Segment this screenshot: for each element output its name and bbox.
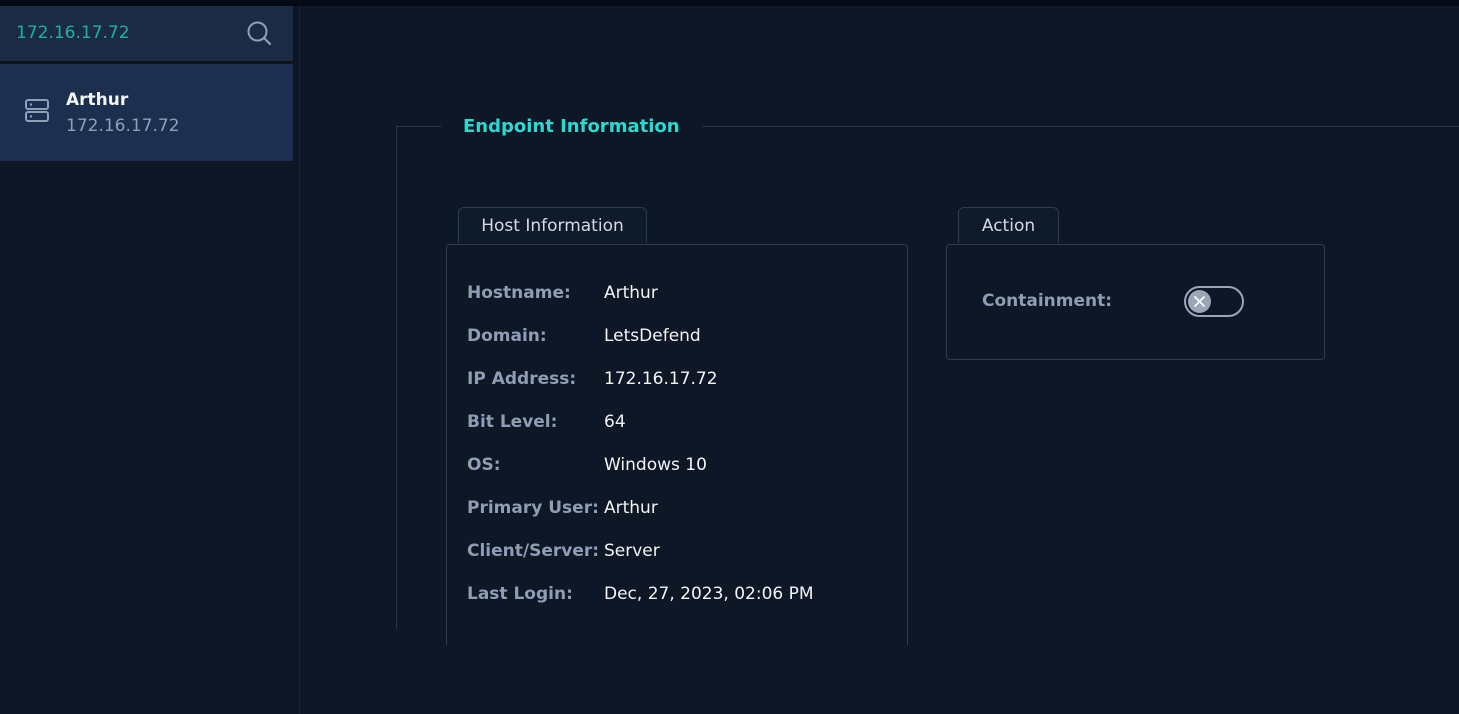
ip-address-value: 172.16.17.72 [604, 369, 718, 389]
sidebar: Arthur 172.16.17.72 [0, 6, 300, 714]
server-icon [25, 99, 49, 122]
search-bar [0, 6, 293, 61]
hostname-label: Hostname: [467, 283, 571, 303]
os-label: OS: [467, 455, 501, 475]
toggle-knob [1188, 290, 1211, 313]
host-ip: 172.16.17.72 [66, 116, 180, 136]
last-login-label: Last Login: [467, 584, 573, 604]
containment-label: Containment: [982, 291, 1113, 311]
hostname-value: Arthur [604, 283, 658, 303]
containment-toggle[interactable] [1184, 286, 1244, 317]
domain-label: Domain: [467, 326, 547, 346]
domain-value: LetsDefend [604, 326, 701, 346]
bit-level-value: 64 [604, 412, 626, 432]
host-information-box: Hostname: Arthur Domain: LetsDefend IP A… [446, 244, 908, 645]
last-login-value: Dec, 27, 2023, 02:06 PM [604, 584, 814, 604]
bit-level-label: Bit Level: [467, 412, 558, 432]
client-server-value: Server [604, 541, 660, 561]
host-name: Arthur [66, 90, 129, 110]
search-input[interactable] [16, 20, 226, 46]
client-server-label: Client/Server: [467, 541, 600, 561]
close-icon [1194, 296, 1205, 307]
action-box: Containment: [946, 244, 1325, 360]
os-value: Windows 10 [604, 455, 707, 475]
primary-user-value: Arthur [604, 498, 658, 518]
panel-title: Endpoint Information [441, 115, 702, 139]
ip-address-label: IP Address: [467, 369, 577, 389]
endpoint-information-panel: Endpoint Information Host Information Ac… [396, 115, 1459, 645]
tab-action[interactable]: Action [958, 207, 1059, 243]
primary-user-label: Primary User: [467, 498, 599, 518]
tab-host-information[interactable]: Host Information [458, 207, 647, 243]
search-icon[interactable] [245, 19, 273, 47]
host-list-item[interactable]: Arthur 172.16.17.72 [0, 64, 293, 161]
